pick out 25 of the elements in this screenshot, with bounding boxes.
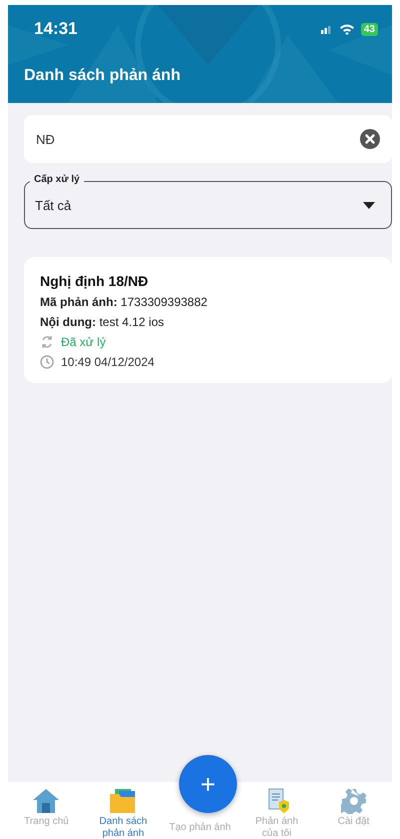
search-field[interactable]: NĐ (24, 115, 392, 163)
clock-icon (40, 355, 54, 369)
report-content: Nội dung: test 4.12 ios (40, 315, 166, 329)
folder-icon (109, 788, 138, 814)
report-time: 10:49 04/12/2024 (61, 355, 154, 369)
page-title: Danh sách phản ánh (24, 67, 180, 85)
add-button[interactable]: + (179, 755, 237, 813)
gear-icon (340, 788, 367, 814)
nav-tab[interactable]: Phản ánh của tôi (238, 782, 316, 839)
nav-tab[interactable]: Danh sách phản ánh (84, 782, 162, 839)
nav-tab[interactable]: Tạo phản ánh (169, 822, 231, 834)
status-text: Đã xử lý (61, 335, 106, 349)
house-icon (32, 788, 60, 814)
nav-tab[interactable]: Trang chủ (8, 782, 85, 839)
report-title: Nghị định 18/NĐ (40, 273, 150, 289)
refresh-icon (40, 335, 54, 349)
clock-time: 14:31 (34, 19, 78, 39)
caret-icon (363, 202, 375, 208)
clear-icon[interactable] (360, 129, 380, 149)
dropdown-label: Cấp xử lý (30, 174, 84, 185)
report-card[interactable]: Nghị định 18/NĐ Mã phản ánh: 1733309393882 Nội dung: test 4.12 ios Đã xử lý 10:49 04/12/2024 (24, 257, 392, 383)
nav-tab[interactable]: Cài đặt (315, 782, 392, 839)
signal-icon (320, 24, 333, 34)
report-code: Mã phản ánh: 1733309393882 (40, 295, 208, 309)
wifi-icon (338, 23, 355, 35)
